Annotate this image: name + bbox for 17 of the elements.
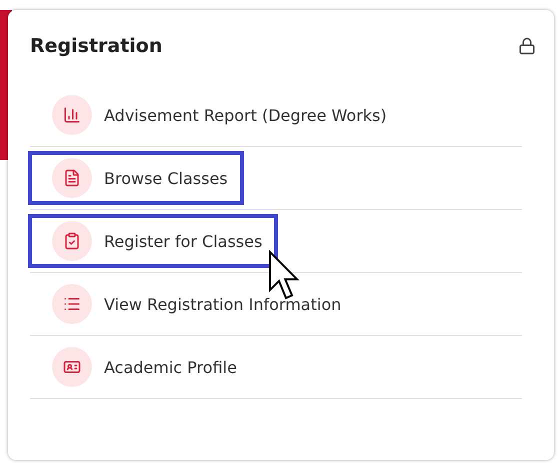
menu-item-label[interactable]: Browse Classes [104, 168, 228, 188]
bar-chart-icon [52, 95, 92, 135]
menu-item-label[interactable]: Register for Classes [104, 232, 262, 250]
lock-icon[interactable] [518, 37, 536, 55]
menu-item-label[interactable]: Advisement Report (Degree Works) [104, 106, 387, 124]
menu-item[interactable]: Advisement Report (Degree Works) [28, 88, 403, 142]
list-icon [52, 284, 92, 324]
menu-item[interactable]: View Registration Information [28, 277, 358, 331]
card-title: Registration [30, 35, 162, 57]
menu-item-label[interactable]: View Registration Information [104, 294, 342, 314]
clipboard-check-icon [52, 221, 92, 261]
highlight-frame[interactable]: Register for Classes [28, 214, 278, 268]
menu-item-label[interactable]: Academic Profile [104, 358, 237, 376]
menu-item[interactable]: Academic Profile [28, 340, 253, 394]
id-card-icon [52, 347, 92, 387]
document-icon [52, 158, 92, 198]
highlight-frame[interactable]: Browse Classes [28, 151, 244, 205]
